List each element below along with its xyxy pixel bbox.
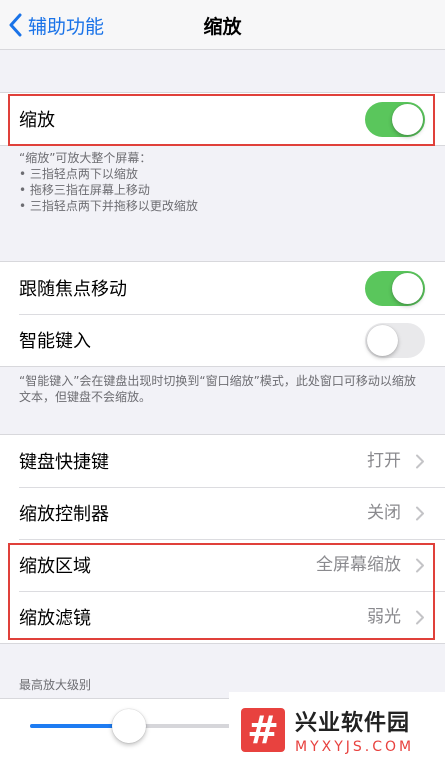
toggle-knob (392, 273, 423, 304)
hash-logo-icon: # (241, 708, 285, 752)
max-zoom-label: 最高放大级别 (19, 678, 92, 692)
zoom-toggle[interactable] (365, 102, 425, 137)
chevron-right-icon (416, 558, 424, 573)
zoom-region-label: 缩放区域 (19, 556, 91, 577)
keyboard-shortcuts-value: 打开 (367, 451, 401, 471)
keyboard-shortcuts-label: 键盘快捷键 (19, 452, 109, 473)
zoom-description: “缩放”可放大整个屏幕： • 三指轻点两下以缩放 • 拖移三指在屏幕上移动 • … (19, 150, 429, 214)
zoom-description-bullet: • 三指轻点两下以缩放 (19, 167, 138, 181)
watermark-name: 兴业软件园 (295, 711, 411, 736)
zoom-description-bullet: • 拖移三指在屏幕上移动 (19, 183, 150, 197)
page-title: 缩放 (203, 16, 242, 38)
zoom-filter-row[interactable]: 缩放滤镜 弱光 (0, 591, 445, 643)
chevron-right-icon (416, 506, 424, 521)
smart-typing-label: 智能键入 (19, 331, 91, 352)
follow-focus-toggle[interactable] (365, 271, 425, 306)
toggle-knob (367, 325, 398, 356)
zoom-region-row[interactable]: 缩放区域 全屏幕缩放 (0, 539, 445, 591)
zoom-filter-label: 缩放滤镜 (19, 608, 91, 629)
zoom-settings-group: 键盘快捷键 打开 缩放控制器 关闭 缩放区域 全屏幕缩放 缩放滤镜 弱光 (0, 434, 445, 644)
zoom-description-bullet: • 三指轻点两下并拖移以更改缩放 (19, 199, 198, 213)
smart-typing-row: 智能键入 (0, 314, 445, 366)
watermark: # 兴业软件园 MYXYJS.COM (229, 692, 445, 768)
zoom-region-value: 全屏幕缩放 (316, 555, 401, 575)
zoom-row: 缩放 (0, 93, 445, 145)
chevron-right-icon (416, 610, 424, 625)
zoom-controller-label: 缩放控制器 (19, 504, 109, 525)
zoom-filter-value: 弱光 (367, 607, 401, 627)
follow-focus-row: 跟随焦点移动 (0, 262, 445, 314)
zoom-label: 缩放 (19, 110, 55, 131)
max-zoom-slider-knob[interactable] (111, 709, 146, 743)
smart-typing-description: “智能键入”会在键盘出现时切换到“窗口缩放”模式，此处窗口可移动以缩放文本，但键… (19, 374, 416, 404)
follow-focus-label: 跟随焦点移动 (19, 279, 127, 300)
zoom-description-intro: “缩放”可放大整个屏幕： (19, 151, 152, 165)
toggle-knob (392, 104, 423, 135)
watermark-url: MYXYJS.COM (295, 739, 415, 755)
chevron-right-icon (416, 454, 424, 469)
zoom-controller-value: 关闭 (367, 503, 401, 523)
zoom-controller-row[interactable]: 缩放控制器 关闭 (0, 487, 445, 539)
focus-group: 跟随焦点移动 智能键入 (0, 261, 445, 367)
navigation-bar: 辅助功能 缩放 (0, 0, 445, 50)
zoom-toggle-group: 缩放 (0, 92, 445, 146)
keyboard-shortcuts-row[interactable]: 键盘快捷键 打开 (0, 435, 445, 487)
watermark-text: 兴业软件园 MYXYJS.COM (295, 705, 414, 755)
smart-typing-toggle[interactable] (365, 323, 425, 358)
